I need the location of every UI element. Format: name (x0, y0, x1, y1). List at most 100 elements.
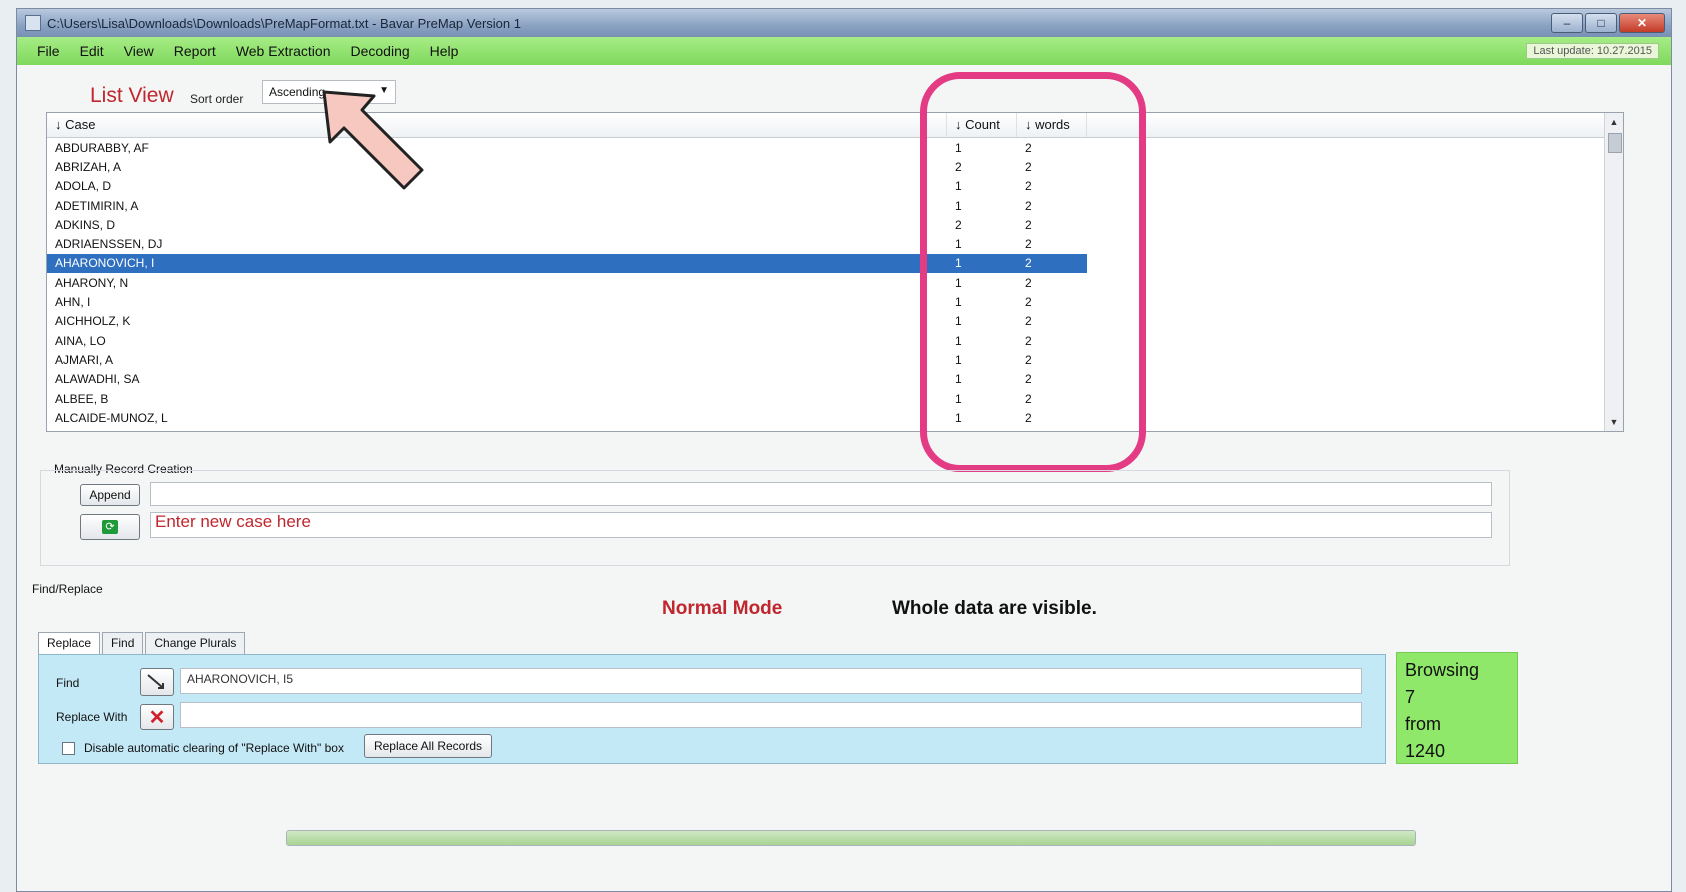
vertical-scrollbar[interactable]: ▲ ▼ (1604, 113, 1623, 431)
cell-count: 1 (955, 237, 962, 252)
column-header-case[interactable]: ↓ Case (47, 113, 947, 137)
table-row[interactable]: ABDURABBY, AF 1 2 (47, 138, 1623, 157)
replace-all-button[interactable]: Replace All Records (364, 734, 492, 758)
scroll-thumb[interactable] (1608, 133, 1622, 153)
table-row[interactable]: ABRIZAH, A 2 2 (47, 157, 1623, 176)
menu-web-extraction[interactable]: Web Extraction (236, 43, 331, 59)
progress-bar (286, 830, 1416, 846)
cell-case: AHARONOVICH, I (55, 256, 155, 271)
cell-case: ABDURABBY, AF (55, 140, 149, 155)
row-cells: AHN, I 1 2 (47, 295, 1087, 309)
append-input[interactable] (150, 482, 1492, 506)
column-header-count[interactable]: ↓ Count (947, 113, 1017, 137)
menu-decoding[interactable]: Decoding (350, 43, 409, 59)
tab-replace[interactable]: Replace (38, 632, 101, 655)
menu-bar: File Edit View Report Web Extraction Dec… (17, 37, 1671, 65)
table-row[interactable]: AJMARI, A 1 2 (47, 350, 1623, 369)
new-case-input[interactable] (150, 512, 1492, 538)
browsing-from-label: from (1405, 714, 1441, 734)
pointer-arrow-icon (322, 90, 424, 190)
cell-words: 2 (1025, 140, 1032, 155)
disable-clearing-checkbox[interactable] (62, 742, 75, 755)
cell-count: 1 (955, 372, 962, 387)
last-update-label: Last update: 10.27.2015 (1526, 43, 1659, 59)
cell-case: ALCAIDE-MUNOZ, L (55, 410, 168, 425)
row-cells: ADRIAENSSEN, DJ 1 2 (47, 237, 1087, 251)
find-pick-button[interactable] (140, 668, 174, 696)
pick-arrow-icon (147, 674, 164, 689)
column-header-words[interactable]: ↓ words (1017, 113, 1087, 137)
table-row[interactable]: AINA, LO 1 2 (47, 331, 1623, 350)
table-row[interactable]: ALBEE, B 1 2 (47, 389, 1623, 408)
row-cells: ADKINS, D 2 2 (47, 218, 1087, 232)
window-title: C:\Users\Lisa\Downloads\Downloads\PreMap… (47, 15, 521, 31)
browsing-label: Browsing (1405, 660, 1480, 680)
cell-count: 2 (955, 159, 962, 174)
scroll-up-icon[interactable]: ▲ (1605, 113, 1623, 131)
table-row[interactable]: ALCAIDE-MUNOZ, L 1 2 (47, 408, 1623, 427)
table-row[interactable]: ADETIMIRIN, A 1 2 (47, 196, 1623, 215)
cell-words: 2 (1025, 198, 1032, 213)
cell-case: ALAWADHI, SA (55, 372, 140, 387)
cell-count: 1 (955, 410, 962, 425)
cell-case: ABRIZAH, A (55, 159, 122, 174)
maximize-button[interactable]: □ (1585, 13, 1617, 33)
refresh-icon: ⟳ (102, 520, 118, 534)
tab-change-plurals[interactable]: Change Plurals (145, 632, 246, 655)
menu-help[interactable]: Help (430, 43, 459, 59)
find-label: Find (56, 676, 80, 690)
table-row[interactable]: ADOLA, D 1 2 (47, 177, 1623, 196)
scroll-down-icon[interactable]: ▼ (1605, 413, 1623, 431)
menu-edit[interactable]: Edit (80, 43, 104, 59)
append-button[interactable]: Append (80, 484, 140, 506)
cell-case: ADKINS, D (55, 217, 116, 232)
title-bar[interactable]: C:\Users\Lisa\Downloads\Downloads\PreMap… (17, 9, 1671, 37)
row-cells: ALBEE, B 1 2 (47, 392, 1087, 406)
find-input[interactable]: AHARONOVICH, I5 (180, 668, 1362, 694)
table-row[interactable]: AHN, I 1 2 (47, 292, 1623, 311)
cell-words: 2 (1025, 333, 1032, 348)
row-cells: ABRIZAH, A 2 2 (47, 160, 1087, 174)
find-replace-title: Find/Replace (32, 582, 103, 596)
cell-words: 2 (1025, 352, 1032, 367)
menu-report[interactable]: Report (174, 43, 216, 59)
app-icon (25, 15, 41, 31)
cell-count: 1 (955, 140, 962, 155)
cell-case: AHN, I (55, 295, 91, 310)
table-row[interactable]: ALAWADHI, SA 1 2 (47, 370, 1623, 389)
cell-words: 2 (1025, 159, 1032, 174)
menu-file[interactable]: File (37, 43, 60, 59)
sort-order-value: Ascending (269, 85, 326, 99)
table-row[interactable]: ADRIAENSSEN, DJ 1 2 (47, 234, 1623, 253)
cell-words: 2 (1025, 391, 1032, 406)
cell-count: 1 (955, 275, 962, 290)
window-controls: – □ ✕ (1551, 13, 1665, 33)
browsing-current: 7 (1405, 687, 1416, 707)
row-cells: ABDURABBY, AF 1 2 (47, 141, 1087, 155)
table-body: ABDURABBY, AF 1 2 ABRIZAH, A 2 2 ADOLA, D 1 2 ADE… (47, 138, 1623, 427)
mode-description: Whole data are visible. (892, 598, 1097, 619)
cell-case: ADETIMIRIN, A (55, 198, 139, 213)
browsing-total: 1240 (1405, 741, 1446, 761)
refresh-button[interactable]: ⟳ (80, 514, 140, 540)
table-row[interactable]: AICHHOLZ, K 1 2 (47, 312, 1623, 331)
clear-replace-button[interactable]: ✕ (140, 704, 174, 730)
cell-count: 1 (955, 333, 962, 348)
cell-case: ALBEE, B (55, 391, 109, 406)
row-cells: ALCAIDE-MUNOZ, L 1 2 (47, 411, 1087, 425)
cell-case: ADRIAENSSEN, DJ (55, 237, 163, 252)
case-list-table[interactable]: ↓ Case ↓ Count ↓ words ABDURABBY, AF 1 2 AB… (46, 112, 1624, 432)
tab-find[interactable]: Find (102, 632, 144, 655)
menu-view[interactable]: View (124, 43, 154, 59)
cell-count: 1 (955, 179, 962, 194)
table-row[interactable]: AHARONY, N 1 2 (47, 273, 1623, 292)
table-row[interactable]: ADKINS, D 2 2 (47, 215, 1623, 234)
cell-words: 2 (1025, 410, 1032, 425)
table-row[interactable]: AHARONOVICH, I 1 2 (47, 253, 1623, 274)
cell-case: ADOLA, D (55, 179, 112, 194)
minimize-button[interactable]: – (1551, 13, 1583, 33)
cell-words: 2 (1025, 372, 1032, 387)
row-cells: AICHHOLZ, K 1 2 (47, 314, 1087, 328)
replace-with-input[interactable] (180, 702, 1362, 728)
close-button[interactable]: ✕ (1619, 13, 1665, 33)
